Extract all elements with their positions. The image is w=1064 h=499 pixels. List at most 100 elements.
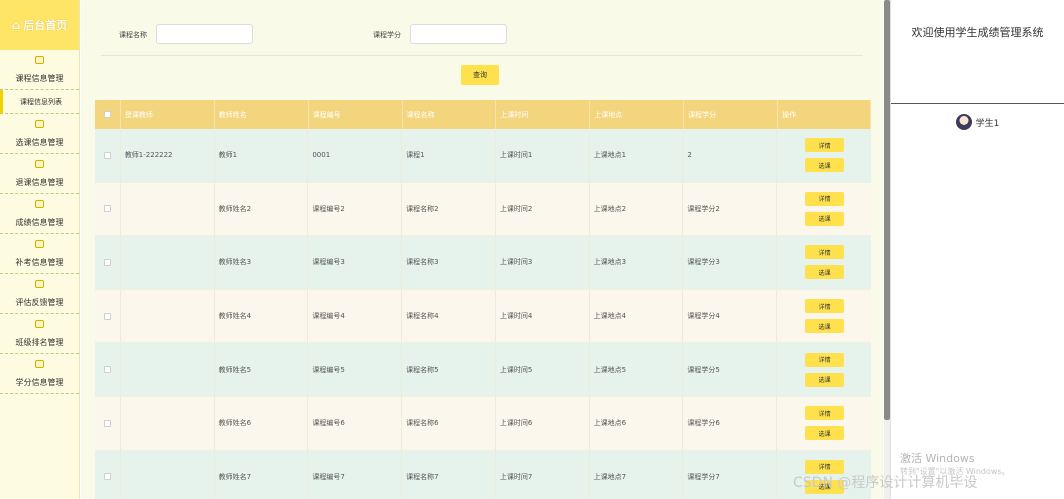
search-bar: 课程名称 课程学分 xyxy=(81,24,881,46)
table-row: 教师姓名2 课程编号2 课程名称2 上课时间2 上课地点2 课程学分2 详情 选课 xyxy=(95,182,871,237)
sidebar-group-label: 评估反馈管理 xyxy=(15,298,64,307)
main-content: 课程名称 课程学分 查询 授课教师 教师姓名 课程编号 课程名称 上课时间 上课地点 课程学… xyxy=(81,0,883,499)
user-name: 学生1 xyxy=(975,118,1000,129)
table-cell: 上课时间4 xyxy=(496,289,590,343)
table-cell xyxy=(121,289,215,343)
select-course-button[interactable]: 选课 xyxy=(805,158,845,173)
sidebar-group-label: 班级排名管理 xyxy=(15,338,64,347)
sidebar-group-2[interactable]: 退课信息管理 xyxy=(0,154,79,194)
table-cell xyxy=(121,236,215,289)
table-cell: 课程学分5 xyxy=(683,343,778,396)
table-cell: 上课地点4 xyxy=(590,289,684,343)
select-course-button[interactable]: 选课 xyxy=(805,211,845,226)
row-checkbox[interactable] xyxy=(103,205,111,213)
table-cell: 教师1 xyxy=(215,129,309,182)
table-cell: 课程名称7 xyxy=(402,450,496,499)
table-cell: 课程学分4 xyxy=(683,289,778,343)
sidebar-group-1[interactable]: 选课信息管理 xyxy=(0,114,79,154)
course-name-label: 课程名称 xyxy=(119,31,147,39)
detail-button[interactable]: 详情 xyxy=(805,191,845,206)
column-header: 课程名称 xyxy=(403,100,497,129)
select-course-button[interactable]: 选课 xyxy=(805,372,845,387)
column-header: 课程学分 xyxy=(684,100,779,129)
table-cell: 课程学分2 xyxy=(683,182,778,236)
detail-button[interactable]: 详情 xyxy=(805,406,845,421)
select-course-button[interactable]: 选课 xyxy=(805,265,845,280)
course-table: 授课教师 教师姓名 课程编号 课程名称 上课时间 上课地点 课程学分 操作 教师1-22222… xyxy=(95,100,872,499)
row-select-cell xyxy=(95,396,121,450)
user-info[interactable]: 学生1 xyxy=(891,114,1064,130)
table-body: 教师1-222222 教师1 0001 课程1 上课时间1 上课地点1 2 详情 选课 教师姓名2… xyxy=(95,129,871,499)
sidebar-subitem[interactable]: 课程信息列表 xyxy=(0,90,79,114)
folder-icon xyxy=(35,120,44,128)
row-actions: 详情 选课 xyxy=(777,343,871,396)
select-all-checkbox[interactable] xyxy=(103,111,111,118)
home-link[interactable]: ⌂ 后台首页 xyxy=(0,0,79,50)
row-checkbox[interactable] xyxy=(103,473,111,481)
divider xyxy=(101,55,863,56)
course-name-input[interactable] xyxy=(156,24,253,44)
folder-icon xyxy=(35,240,44,248)
table-cell: 课程编号6 xyxy=(308,396,403,450)
folder-icon xyxy=(35,56,44,64)
table-cell: 教师姓名5 xyxy=(215,343,309,396)
right-panel: 欢迎使用学生成绩管理系统 学生1 xyxy=(890,0,1064,499)
table-row: 教师姓名3 课程编号3 课程名称3 上课时间3 上课地点3 课程学分3 详情 选课 xyxy=(95,236,871,290)
table-cell: 上课地点3 xyxy=(590,236,684,289)
select-course-button[interactable]: 选课 xyxy=(805,319,845,334)
course-credit-input[interactable] xyxy=(410,24,507,44)
table-row: 教师1-222222 教师1 0001 课程1 上课时间1 上课地点1 2 详情 选课 xyxy=(95,129,871,183)
table-cell: 2 xyxy=(683,129,778,182)
table-cell: 课程学分6 xyxy=(683,396,778,450)
row-select-cell xyxy=(95,236,121,289)
table-cell: 课程名称6 xyxy=(402,396,496,450)
table-cell xyxy=(121,450,215,499)
avatar xyxy=(955,114,972,130)
table-cell: 课程名称4 xyxy=(402,289,496,343)
query-button[interactable]: 查询 xyxy=(461,65,499,85)
detail-button[interactable]: 详情 xyxy=(805,352,845,367)
select-course-button[interactable]: 选课 xyxy=(805,426,845,441)
table-cell xyxy=(121,343,215,396)
sidebar-group-label: 成绩信息管理 xyxy=(15,218,64,227)
row-actions: 详情 选课 xyxy=(777,129,871,182)
table-cell: 上课时间1 xyxy=(496,129,590,182)
table-cell: 上课时间3 xyxy=(496,236,590,289)
row-checkbox[interactable] xyxy=(103,258,111,266)
table-cell xyxy=(121,396,215,450)
detail-button[interactable]: 详情 xyxy=(805,138,845,153)
table-cell: 课程编号7 xyxy=(308,450,403,499)
table-cell xyxy=(121,182,215,236)
row-select-cell xyxy=(95,182,121,236)
sidebar-group-label: 补考信息管理 xyxy=(15,258,64,267)
sidebar-group-0[interactable]: 课程信息管理 xyxy=(0,50,79,90)
sidebar-group-4[interactable]: 补考信息管理 xyxy=(0,234,79,274)
column-header: 操作 xyxy=(778,100,872,129)
row-checkbox[interactable] xyxy=(103,366,111,374)
table-cell: 0001 xyxy=(308,129,403,182)
sidebar: ⌂ 后台首页 课程信息管理 课程信息列表选课信息管理退课信息管理成绩信息管理 补考信… xyxy=(0,0,80,499)
column-header: 课程编号 xyxy=(309,100,403,129)
detail-button[interactable]: 详情 xyxy=(805,245,845,260)
sidebar-group-3[interactable]: 成绩信息管理 xyxy=(0,194,79,234)
row-checkbox[interactable] xyxy=(103,151,111,159)
sidebar-menu: 课程信息管理 课程信息列表选课信息管理退课信息管理成绩信息管理 补考信息管理 评估反馈… xyxy=(0,50,79,394)
home-label: 后台首页 xyxy=(23,19,68,32)
table-cell: 课程编号3 xyxy=(308,236,403,289)
sidebar-group-label: 选课信息管理 xyxy=(15,138,64,147)
table-cell: 上课地点6 xyxy=(590,396,684,450)
sidebar-group-7[interactable]: 学分信息管理 xyxy=(0,354,79,394)
detail-button[interactable]: 详情 xyxy=(805,299,845,314)
csdn-watermark: CSDN @程序设计计算机毕设 xyxy=(793,475,978,491)
row-checkbox[interactable] xyxy=(103,312,111,320)
sidebar-group-6[interactable]: 班级排名管理 xyxy=(0,314,79,354)
table-row: 教师姓名7 课程编号7 课程名称7 上课时间7 上课地点7 课程学分7 详情 选课 xyxy=(95,450,871,499)
table-cell: 课程学分3 xyxy=(683,236,778,289)
row-checkbox[interactable] xyxy=(103,419,111,427)
activate-windows-text: 激活 Windows xyxy=(900,452,975,465)
column-header: 授课教师 xyxy=(121,100,215,129)
sidebar-group-5[interactable]: 评估反馈管理 xyxy=(0,274,79,314)
select-all-cell xyxy=(95,100,121,129)
table-row: 教师姓名5 课程编号5 课程名称5 上课时间5 上课地点5 课程学分5 详情 选课 xyxy=(95,343,871,397)
course-credit-label: 课程学分 xyxy=(373,31,401,39)
